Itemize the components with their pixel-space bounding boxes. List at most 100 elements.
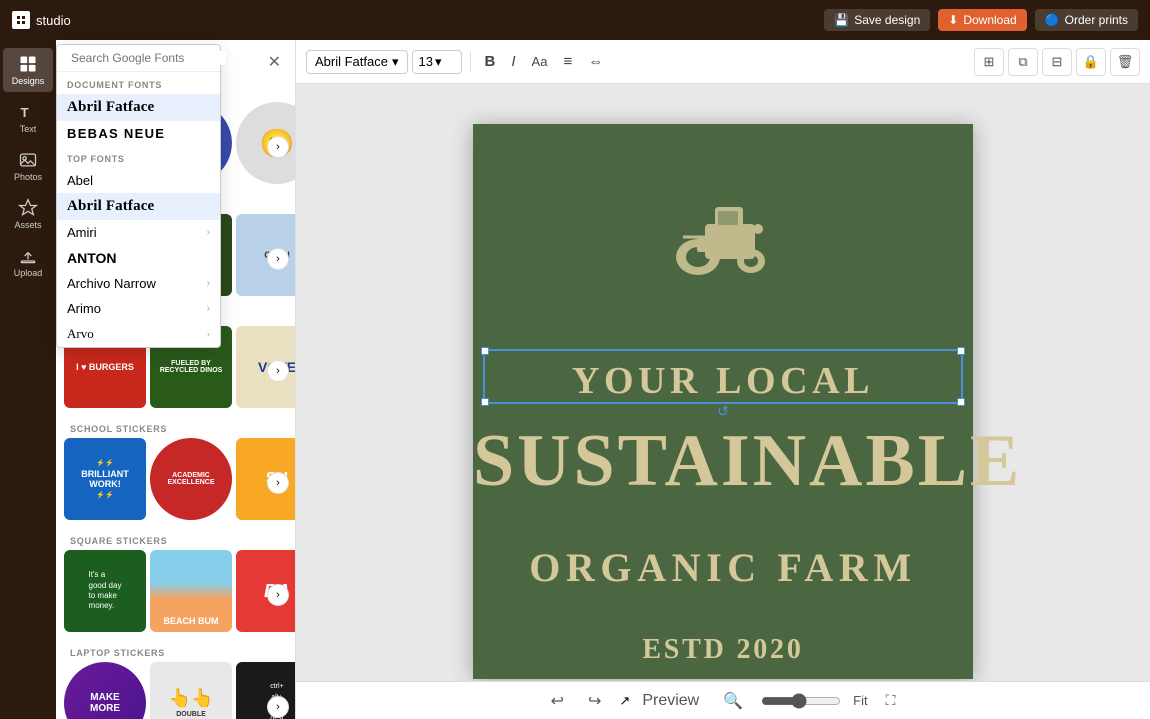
- canvas-your-local[interactable]: YOUR LOCAL: [473, 359, 973, 403]
- spacing-button[interactable]: ⇔: [582, 49, 609, 74]
- canvas-organic-farm[interactable]: ORGANIC FARM: [473, 544, 973, 591]
- sidebar-item-text[interactable]: T Text: [3, 96, 53, 140]
- font-name-arvo: Arvo: [67, 326, 94, 342]
- circle-stickers-next[interactable]: ›: [267, 136, 289, 158]
- zoom-slider[interactable]: [761, 693, 841, 709]
- sticker-double[interactable]: 👆👆 DOUBLE: [150, 662, 232, 719]
- order-icon: 🔵: [1045, 13, 1060, 27]
- download-icon: ⬇: [948, 13, 958, 27]
- font-item-abril-fatface-doc[interactable]: Abril Fatface: [57, 94, 220, 121]
- font-search-input[interactable]: [71, 51, 226, 65]
- toolbar-sep-1: [470, 52, 471, 72]
- section-square-stickers: SQUARE STICKERS: [56, 528, 295, 550]
- sidebar-item-photos[interactable]: Photos: [3, 144, 53, 188]
- handle-top-right[interactable]: [957, 347, 965, 355]
- sidebar-item-designs[interactable]: Designs: [3, 48, 53, 92]
- canvas-estd[interactable]: ESTD 2020: [473, 634, 973, 666]
- section-school-stickers: SCHOOL STICKERS: [56, 416, 295, 438]
- preview-area: ↗ Preview: [619, 688, 705, 714]
- layers-button[interactable]: ⊟: [1042, 48, 1072, 76]
- font-name-abel: Abel: [67, 173, 93, 188]
- font-item-arvo[interactable]: Arvo ›: [57, 321, 220, 347]
- sidebar-assets-label: Assets: [14, 220, 41, 230]
- undo-button[interactable]: ↩: [545, 687, 570, 715]
- document-fonts-label: DOCUMENT FONTS: [57, 72, 220, 94]
- order-label: Order prints: [1065, 13, 1128, 27]
- topbar-logo: studio: [12, 11, 71, 29]
- school-stickers-next[interactable]: ›: [267, 472, 289, 494]
- canvas-wrapper: ↺ YOUR LOCAL SUSTAINABLE ORGANIC FARM ES…: [296, 84, 1150, 719]
- font-size-display: 13: [419, 54, 433, 69]
- amiri-arrow: ›: [207, 227, 210, 238]
- icon-sidebar: Designs T Text Photos Assets Upload: [0, 40, 56, 719]
- preview-button[interactable]: Preview: [636, 688, 705, 714]
- sticker-beach-bum[interactable]: BEACH BUM: [150, 550, 232, 632]
- font-name-archivo: Archivo Narrow: [67, 276, 156, 291]
- font-item-anton[interactable]: Anton: [57, 245, 220, 271]
- grid-button[interactable]: ⊞: [974, 48, 1004, 76]
- toolbar-row: Abril Fatface ▾ 13 ▾ B I Aa ≡ ⇔ ⊞ ⧉ ⊟ 🔒 …: [296, 40, 1150, 84]
- logo-text: studio: [36, 13, 71, 28]
- laptop-stickers-next[interactable]: ›: [267, 696, 289, 718]
- canvas-sustainable[interactable]: SUSTAINABLE: [473, 424, 973, 498]
- handle-top-left[interactable]: [481, 347, 489, 355]
- cursor-icon: ↗: [619, 693, 630, 709]
- delete-button[interactable]: 🗑: [1110, 48, 1140, 76]
- preview-label: Preview: [642, 692, 699, 709]
- font-item-arimo[interactable]: Arimo ›: [57, 296, 220, 321]
- align-button[interactable]: ≡: [557, 49, 578, 74]
- top-fonts-label: TOP FONTS: [57, 146, 220, 168]
- save-design-label: Save design: [854, 13, 920, 27]
- sidebar-item-upload[interactable]: Upload: [3, 240, 53, 284]
- close-panel-button[interactable]: ✕: [268, 52, 281, 72]
- redo-button[interactable]: ↪: [582, 687, 607, 715]
- download-label: Download: [963, 13, 1016, 27]
- copy-button[interactable]: ⧉: [1008, 48, 1038, 76]
- main-layout: Designs T Text Photos Assets Upload Desi…: [0, 40, 1150, 719]
- font-case-button[interactable]: Aa: [526, 50, 554, 73]
- canvas-tractor: [663, 179, 783, 289]
- font-item-archivo-narrow[interactable]: Archivo Narrow ›: [57, 271, 220, 296]
- bumper-stickers-next[interactable]: ›: [267, 360, 289, 382]
- font-search-box: [57, 45, 220, 72]
- font-name-arimo: Arimo: [67, 301, 101, 316]
- sticker-good-day[interactable]: It's agood dayto makemoney.: [64, 550, 146, 632]
- bold-button[interactable]: B: [479, 49, 502, 74]
- order-prints-button[interactable]: 🔵 Order prints: [1035, 9, 1138, 31]
- italic-button[interactable]: I: [505, 49, 521, 74]
- font-name-display: Abril Fatface: [315, 54, 388, 69]
- font-size-arrow: ▾: [435, 54, 442, 70]
- fit-label: Fit: [853, 693, 867, 708]
- font-name-abril-top: Abril Fatface: [67, 198, 154, 215]
- fullscreen-button[interactable]: ⛶: [880, 688, 902, 713]
- canvas[interactable]: ↺ YOUR LOCAL SUSTAINABLE ORGANIC FARM ES…: [473, 124, 973, 679]
- font-size-selector[interactable]: 13 ▾: [412, 50, 462, 74]
- font-item-abril-fatface-top[interactable]: Abril Fatface: [57, 193, 220, 220]
- logo-stickers-next[interactable]: ›: [267, 248, 289, 270]
- sticker-make-more[interactable]: MAKEMORE: [64, 662, 146, 719]
- sidebar-upload-label: Upload: [14, 268, 43, 278]
- download-button[interactable]: ⬇ Download: [938, 9, 1026, 31]
- font-item-abel[interactable]: Abel: [57, 168, 220, 193]
- square-stickers-next[interactable]: ›: [267, 584, 289, 606]
- logo-icon: [12, 11, 30, 29]
- sticker-academic[interactable]: ACADEMICEXCELLENCE: [150, 438, 232, 520]
- font-item-bebas-neue[interactable]: BEBAS NEUE: [57, 121, 220, 146]
- font-selector[interactable]: Abril Fatface ▾: [306, 50, 408, 74]
- rotate-handle[interactable]: ↺: [717, 403, 729, 420]
- section-laptop-stickers: LAPTOP STICKERS: [56, 640, 295, 662]
- sidebar-designs-label: Designs: [12, 76, 45, 86]
- lock-button[interactable]: 🔒: [1076, 48, 1106, 76]
- font-name-abril-doc: Abril Fatface: [67, 99, 154, 116]
- school-stickers-grid: ⚡⚡ BRILLIANTWORK! ⚡⚡ ACADEMICEXCELLENCE …: [56, 438, 295, 528]
- save-design-button[interactable]: 💾 Save design: [824, 9, 930, 31]
- sticker-brilliant-work[interactable]: ⚡⚡ BRILLIANTWORK! ⚡⚡: [64, 438, 146, 520]
- font-item-amiri[interactable]: Amiri ›: [57, 220, 220, 245]
- zoom-out-button[interactable]: 🔍: [717, 687, 749, 715]
- sidebar-item-assets[interactable]: Assets: [3, 192, 53, 236]
- font-name-bebas: BEBAS NEUE: [67, 126, 165, 141]
- archivo-arrow: ›: [207, 278, 210, 289]
- topbar-left: studio: [12, 11, 71, 29]
- bottom-toolbar: ↩ ↪ ↗ Preview 🔍 Fit ⛶: [296, 681, 1150, 719]
- topbar-right: 💾 Save design ⬇ Download 🔵 Order prints: [824, 9, 1138, 31]
